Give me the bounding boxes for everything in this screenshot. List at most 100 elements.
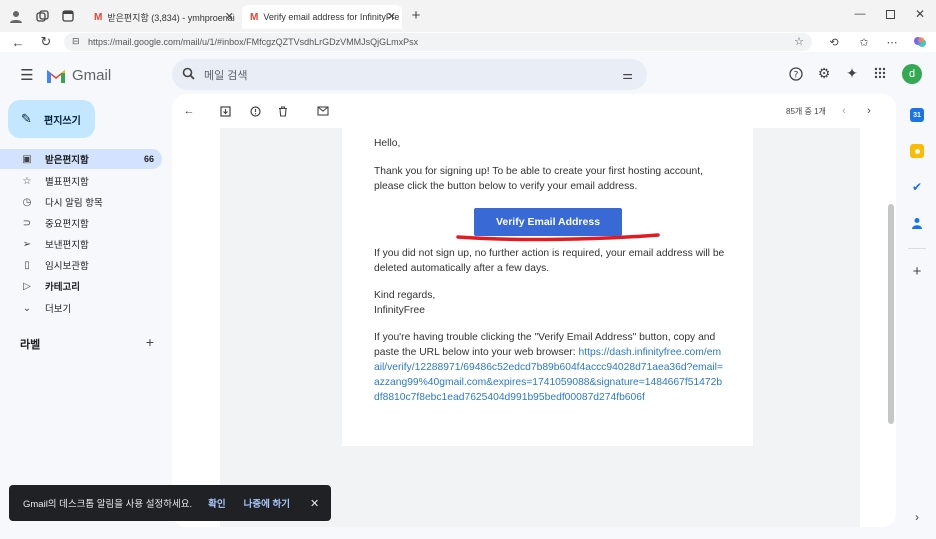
important-icon: ⊃ — [22, 217, 32, 229]
sidebar-item-label: 임시보관함 — [45, 261, 89, 272]
url-input[interactable]: ⊟ https://mail.google.com/mail/u/1/#inbo… — [64, 33, 812, 51]
tab-close-icon[interactable]: ✕ — [225, 10, 234, 23]
sidebar-item-0[interactable]: ▣ 받은편지함 66 — [0, 149, 162, 169]
copilot-icon[interactable] — [912, 34, 928, 50]
help-icon[interactable]: ? — [788, 66, 804, 82]
reload-icon[interactable]: ↻ — [38, 34, 54, 50]
favorite-star-icon[interactable]: ☆ — [794, 35, 804, 48]
email-scrollbar[interactable] — [888, 204, 894, 424]
svg-text:?: ? — [794, 71, 799, 81]
contacts-icon[interactable] — [910, 216, 924, 230]
report-spam-icon[interactable] — [248, 104, 262, 118]
email-card: Hello, Thank you for signing up! To be a… — [342, 100, 753, 446]
star-icon: ☆ — [22, 175, 32, 187]
back-icon[interactable]: ← — [10, 34, 26, 50]
sidebar-item-label: 다시 알림 항목 — [45, 198, 103, 209]
email-paragraph-1: Thank you for signing up! To be able to … — [374, 166, 703, 192]
archive-icon[interactable] — [218, 104, 232, 118]
sidebar-item-3[interactable]: ⊃ 중요편지함 — [0, 213, 162, 233]
extensions-icon[interactable]: ⟲ — [826, 34, 842, 50]
tab-title: 받은편지함 (3,834) - ymhproenai — [107, 12, 235, 23]
snackbar-confirm-button[interactable]: 확인 — [208, 496, 225, 510]
show-side-panel-icon[interactable]: › — [910, 510, 924, 524]
sidebar-item-1[interactable]: ☆ 별표편지함 — [0, 171, 162, 191]
email-signature: InfinityFree — [374, 305, 425, 316]
clock-icon: ◷ — [22, 196, 32, 208]
search-input[interactable]: 메일 검색 ⚌ — [172, 59, 647, 90]
sidebar-item-4[interactable]: ➢ 보낸편지함 — [0, 234, 162, 254]
tab-inbox[interactable]: M 받은편지함 (3,834) - ymhproenai ✕ — [86, 5, 240, 29]
avatar-letter: d — [908, 68, 916, 80]
sidebar-item-5[interactable]: ▯ 임시보관함 — [0, 255, 162, 275]
url-text: https://mail.google.com/mail/u/1/#inbox/… — [88, 37, 419, 47]
workspaces-icon[interactable] — [34, 8, 50, 24]
main-menu-icon[interactable]: ☰ — [18, 66, 36, 84]
apps-grid-icon[interactable] — [872, 65, 888, 81]
draft-icon: ▯ — [24, 259, 30, 271]
gmail-app: ☰ Gmail 메일 검색 ⚌ ? ⚙ ✦ d ✎ 편지쓰기 ▣ 받은편지함 66 ☆… — [0, 52, 936, 539]
side-panel: 31 ✔ + › — [900, 94, 936, 539]
back-to-inbox-icon[interactable]: ← — [182, 104, 196, 118]
prev-page-icon[interactable]: ‹ — [837, 104, 851, 118]
sidebar-item-label: 받은편지함 — [45, 155, 89, 166]
email-paragraph-2: If you did not sign up, no further actio… — [374, 248, 725, 274]
snackbar-later-button[interactable]: 나중에 하기 — [244, 496, 290, 510]
get-addons-icon[interactable]: + — [910, 263, 924, 280]
verify-button-label: Verify Email Address — [495, 216, 601, 228]
email-body-background: Hello, Thank you for signing up! To be a… — [220, 100, 860, 527]
tab-verify-email[interactable]: M Verify email address for InfinityFre ✕ — [242, 5, 402, 29]
sidebar-item-label: 중요편지함 — [45, 219, 89, 230]
compose-button[interactable]: ✎ 편지쓰기 — [8, 100, 95, 138]
sidebar-item-count: 66 — [143, 154, 154, 164]
more-menu-icon[interactable]: ⋯ — [884, 34, 900, 50]
delete-icon[interactable] — [276, 104, 290, 118]
tasks-icon[interactable]: ✔ — [910, 180, 924, 194]
red-underline-annotation — [456, 233, 660, 242]
new-tab-icon[interactable]: + — [408, 7, 424, 24]
send-icon: ➢ — [22, 238, 32, 250]
next-page-icon[interactable]: › — [862, 104, 876, 118]
favorites-icon[interactable]: ✩ — [856, 34, 872, 50]
gmail-logo[interactable]: Gmail — [46, 65, 111, 85]
gmail-logo-text: Gmail — [72, 66, 112, 84]
window-close-icon[interactable]: ✕ — [912, 6, 928, 22]
tab-title: Verify email address for InfinityFre — [263, 12, 400, 22]
profile-icon[interactable] — [8, 8, 24, 24]
tab-actions-icon[interactable] — [60, 8, 76, 24]
minimize-icon[interactable]: — — [852, 6, 868, 22]
add-label-icon[interactable]: + — [142, 334, 158, 350]
sidebar-item-label: 별표편지함 — [45, 177, 89, 188]
labels-heading: 라벨 — [20, 339, 41, 351]
site-info-icon[interactable]: ⊟ — [72, 36, 80, 47]
gmail-m-icon — [47, 69, 65, 83]
pencil-icon: ✎ — [21, 111, 32, 126]
chevron-down-icon: ⌄ — [22, 302, 32, 314]
sidebar-item-7[interactable]: ⌄ 더보기 — [0, 298, 162, 318]
gemini-icon[interactable]: ✦ — [844, 65, 860, 81]
search-placeholder: 메일 검색 — [204, 69, 248, 82]
snackbar-close-icon[interactable]: ✕ — [310, 497, 319, 510]
tab-close-icon[interactable]: ✕ — [387, 10, 396, 23]
mark-unread-icon[interactable] — [316, 104, 330, 118]
gmail-favicon-icon: M — [94, 11, 103, 23]
email-view: ← ⋮ 85개 중 1개 ‹ › Hello, Tha — [172, 94, 896, 527]
settings-gear-icon[interactable]: ⚙ — [816, 65, 832, 81]
sidebar-item-label: 보낸편지함 — [45, 240, 89, 251]
address-bar: ← ↻ ⊟ https://mail.google.com/mail/u/1/#… — [0, 32, 936, 52]
label-icon: ▷ — [23, 280, 31, 292]
compose-label: 편지쓰기 — [44, 115, 81, 127]
sidebar-item-label: 카테고리 — [45, 282, 80, 293]
search-options-icon[interactable]: ⚌ — [622, 68, 633, 82]
sidebar-item-6[interactable]: ▷ 카테고리 — [0, 276, 162, 296]
keep-icon[interactable] — [910, 144, 924, 158]
calendar-icon[interactable]: 31 — [910, 108, 924, 122]
sidebar-item-2[interactable]: ◷ 다시 알림 항목 — [0, 192, 162, 212]
sidebar-item-label: 더보기 — [45, 304, 72, 315]
email-paragraph-3: If you're having trouble clicking the "V… — [374, 330, 726, 405]
email-greeting: Hello, — [374, 138, 401, 149]
avatar[interactable]: d — [902, 64, 922, 84]
search-icon[interactable] — [182, 67, 195, 83]
maximize-icon[interactable] — [882, 6, 898, 22]
snackbar-message: Gmail의 데스크톱 알림을 사용 설정하세요. — [23, 499, 193, 510]
divider — [908, 248, 926, 249]
